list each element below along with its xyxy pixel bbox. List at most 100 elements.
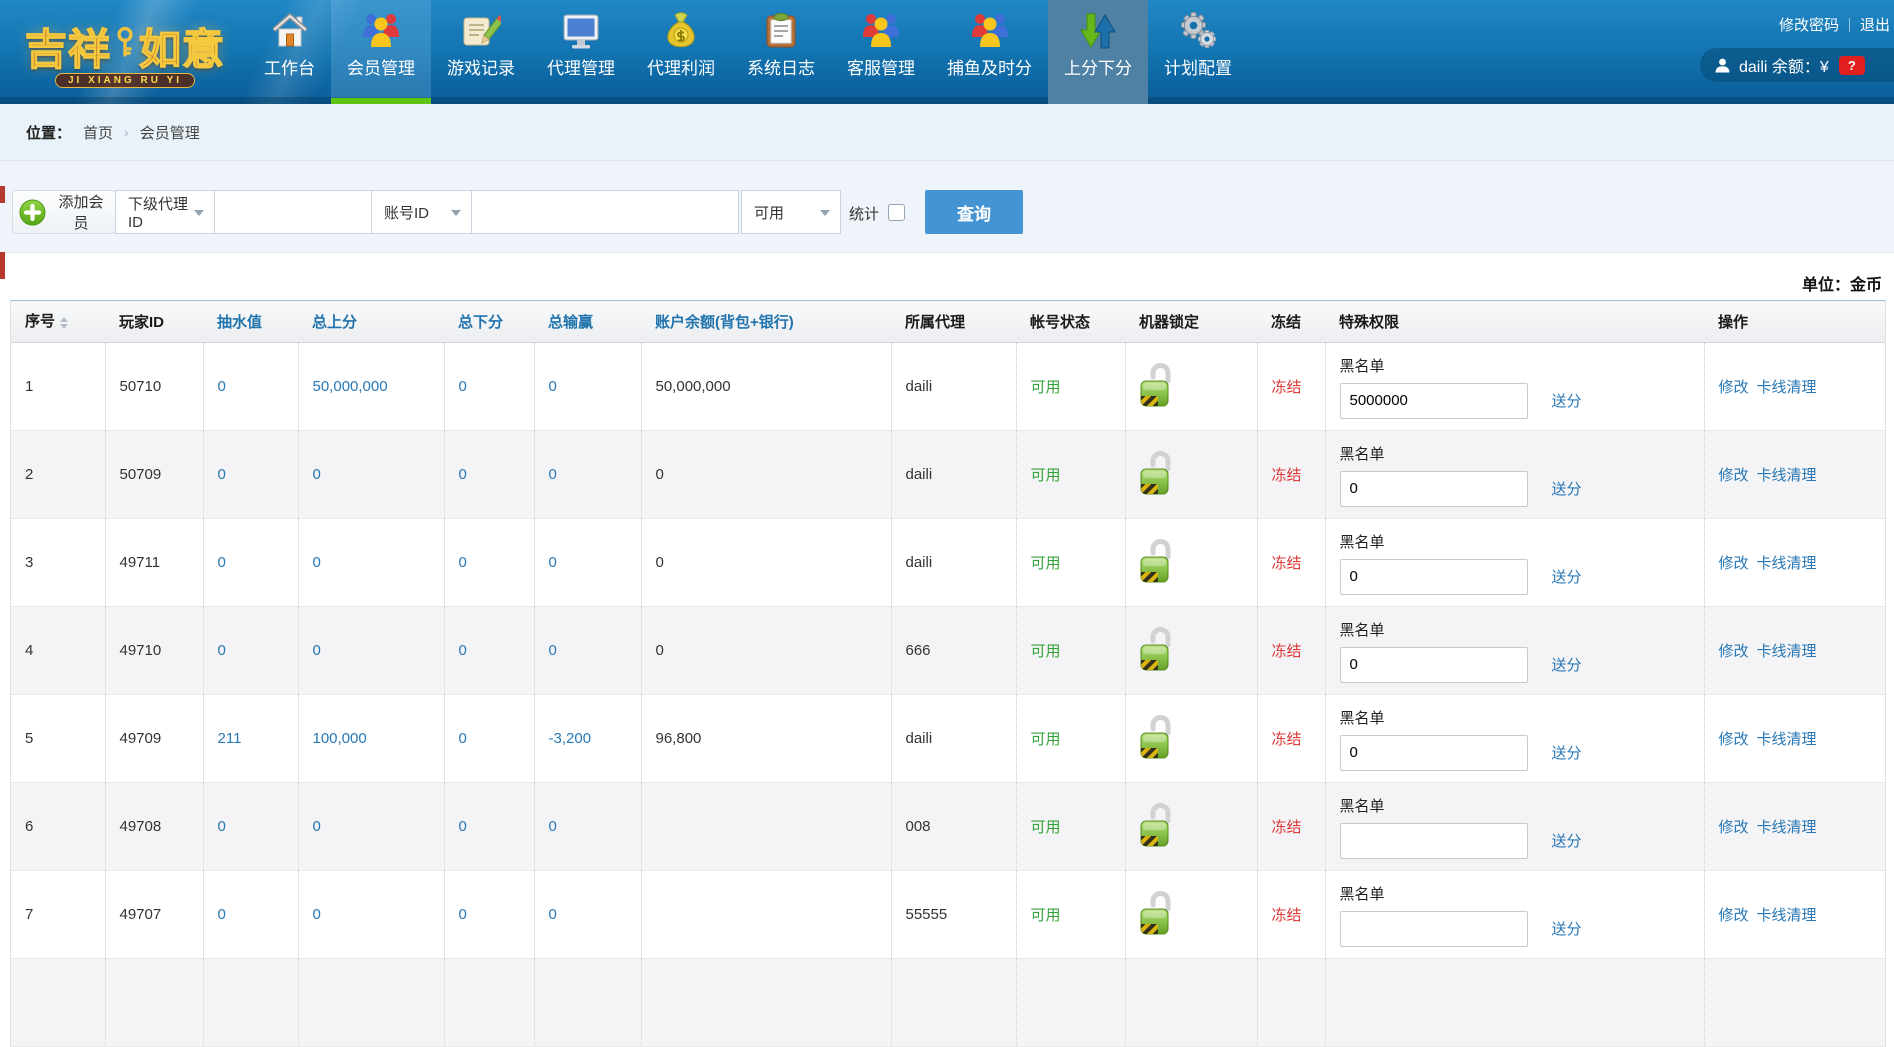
freeze-link[interactable]: 冻结 [1272, 907, 1302, 924]
col-header-player-id: 玩家ID [105, 301, 203, 343]
balance-badge[interactable]: ? [1839, 56, 1865, 75]
blacklist-link[interactable]: 黑名单 [1340, 619, 1385, 640]
freeze-link[interactable]: 冻结 [1272, 819, 1302, 836]
game-records-icon [461, 9, 501, 53]
cell-total-winloss: 0 [534, 431, 641, 519]
breadcrumb-home-link[interactable]: 首页 [83, 122, 113, 143]
cell-empty [11, 959, 105, 1047]
send-score-link[interactable]: 送分 [1552, 918, 1582, 939]
account-id-dropdown[interactable]: 账号ID [371, 190, 472, 234]
send-score-link[interactable]: 送分 [1552, 390, 1582, 411]
col-header-total-up: 总上分 [298, 301, 444, 343]
score-input[interactable] [1340, 823, 1528, 859]
breadcrumb-separator-icon: › [124, 124, 129, 140]
cell-total-up: 0 [298, 783, 444, 871]
col-header-freeze: 冻结 [1257, 301, 1325, 343]
score-input[interactable] [1340, 911, 1528, 947]
logout-link[interactable]: 退出 [1860, 14, 1890, 35]
nav-item-fishing-score[interactable]: 捕鱼及时分 [931, 0, 1048, 104]
nav-item-service-management[interactable]: 客服管理 [831, 0, 931, 104]
edit-link[interactable]: 修改 [1719, 555, 1749, 572]
edit-link[interactable]: 修改 [1719, 379, 1749, 396]
cell-total-up: 0 [298, 431, 444, 519]
cell-balance: 0 [641, 519, 891, 607]
nav-item-member-management[interactable]: 会员管理 [331, 0, 431, 104]
cell-no: 6 [11, 783, 105, 871]
clear-line-link[interactable]: 卡线清理 [1757, 467, 1817, 484]
user-balance-pill[interactable]: daili 余额：¥ ? [1700, 48, 1894, 82]
nav-item-plan-config[interactable]: 计划配置 [1148, 0, 1248, 104]
send-score-link[interactable]: 送分 [1552, 478, 1582, 499]
blacklist-link[interactable]: 黑名单 [1340, 531, 1385, 552]
score-input[interactable] [1340, 471, 1528, 507]
search-button[interactable]: 查询 [925, 190, 1023, 234]
freeze-link[interactable]: 冻结 [1272, 731, 1302, 748]
send-score-link[interactable]: 送分 [1552, 830, 1582, 851]
sort-icon[interactable] [60, 313, 68, 333]
blacklist-link[interactable]: 黑名单 [1340, 355, 1385, 376]
nav-item-agent-profit[interactable]: 代理利润 [631, 0, 731, 104]
unlock-icon[interactable] [1140, 362, 1176, 408]
account-id-input[interactable] [471, 190, 739, 234]
edit-link[interactable]: 修改 [1719, 467, 1749, 484]
score-input[interactable] [1340, 647, 1528, 683]
cell-no: 5 [11, 695, 105, 783]
unlock-icon[interactable] [1140, 714, 1176, 760]
send-score-link[interactable]: 送分 [1552, 742, 1582, 763]
cell-special-perms: 黑名单送分 [1325, 871, 1704, 959]
unlock-icon[interactable] [1140, 538, 1176, 584]
edit-link[interactable]: 修改 [1719, 643, 1749, 660]
edit-link[interactable]: 修改 [1719, 907, 1749, 924]
agent-id-dropdown[interactable]: 下级代理ID [115, 190, 215, 234]
freeze-link[interactable]: 冻结 [1272, 643, 1302, 660]
blacklist-link[interactable]: 黑名单 [1340, 795, 1385, 816]
cell-empty [534, 959, 641, 1047]
unlock-icon[interactable] [1140, 802, 1176, 848]
send-score-link[interactable]: 送分 [1552, 654, 1582, 675]
clear-line-link[interactable]: 卡线清理 [1757, 819, 1817, 836]
send-score-link[interactable]: 送分 [1552, 566, 1582, 587]
breadcrumb: 位置： 首页 › 会员管理 [0, 104, 1894, 161]
blacklist-link[interactable]: 黑名单 [1340, 883, 1385, 904]
cell-player-id: 49711 [105, 519, 203, 607]
unlock-icon[interactable] [1140, 626, 1176, 672]
clear-line-link[interactable]: 卡线清理 [1757, 555, 1817, 572]
clear-line-link[interactable]: 卡线清理 [1757, 907, 1817, 924]
score-input[interactable] [1340, 383, 1528, 419]
add-member-button[interactable]: 添加会员 [12, 190, 116, 234]
nav-item-score-updown[interactable]: 上分下分 [1048, 0, 1148, 104]
edit-link[interactable]: 修改 [1719, 731, 1749, 748]
status-dropdown[interactable]: 可用 [741, 190, 841, 234]
freeze-link[interactable]: 冻结 [1272, 379, 1302, 396]
nav-item-game-records[interactable]: 游戏记录 [431, 0, 531, 104]
clear-line-link[interactable]: 卡线清理 [1757, 643, 1817, 660]
cell-player-id: 49709 [105, 695, 203, 783]
cell-rake: 0 [203, 343, 298, 431]
nav-item-workbench[interactable]: 工作台 [248, 0, 331, 104]
change-password-link[interactable]: 修改密码 [1779, 14, 1839, 35]
app-logo: 吉祥 如意 JI XIANG RU YI [0, 0, 250, 104]
agent-id-input[interactable] [214, 190, 372, 234]
clear-line-link[interactable]: 卡线清理 [1757, 379, 1817, 396]
blacklist-link[interactable]: 黑名单 [1340, 707, 1385, 728]
unlock-icon[interactable] [1140, 890, 1176, 936]
stats-checkbox[interactable] [888, 204, 905, 221]
cell-empty [203, 959, 298, 1047]
nav-item-agent-management[interactable]: 代理管理 [531, 0, 631, 104]
unlock-icon[interactable] [1140, 450, 1176, 496]
unit-label: 单位：金币 [1802, 271, 1882, 295]
edit-link[interactable]: 修改 [1719, 819, 1749, 836]
freeze-link[interactable]: 冻结 [1272, 467, 1302, 484]
col-header-rake: 抽水值 [203, 301, 298, 343]
col-header-no[interactable]: 序号 [11, 301, 105, 343]
cell-total-winloss: 0 [534, 871, 641, 959]
score-input[interactable] [1340, 735, 1528, 771]
cell-rake: 0 [203, 607, 298, 695]
freeze-link[interactable]: 冻结 [1272, 555, 1302, 572]
blacklist-link[interactable]: 黑名单 [1340, 443, 1385, 464]
nav-item-system-logs[interactable]: 系统日志 [731, 0, 831, 104]
member-row: 150710050,000,0000050,000,000daili可用冻结黑名… [11, 343, 1885, 431]
score-input[interactable] [1340, 559, 1528, 595]
clear-line-link[interactable]: 卡线清理 [1757, 731, 1817, 748]
cell-machine-lock [1125, 431, 1257, 519]
